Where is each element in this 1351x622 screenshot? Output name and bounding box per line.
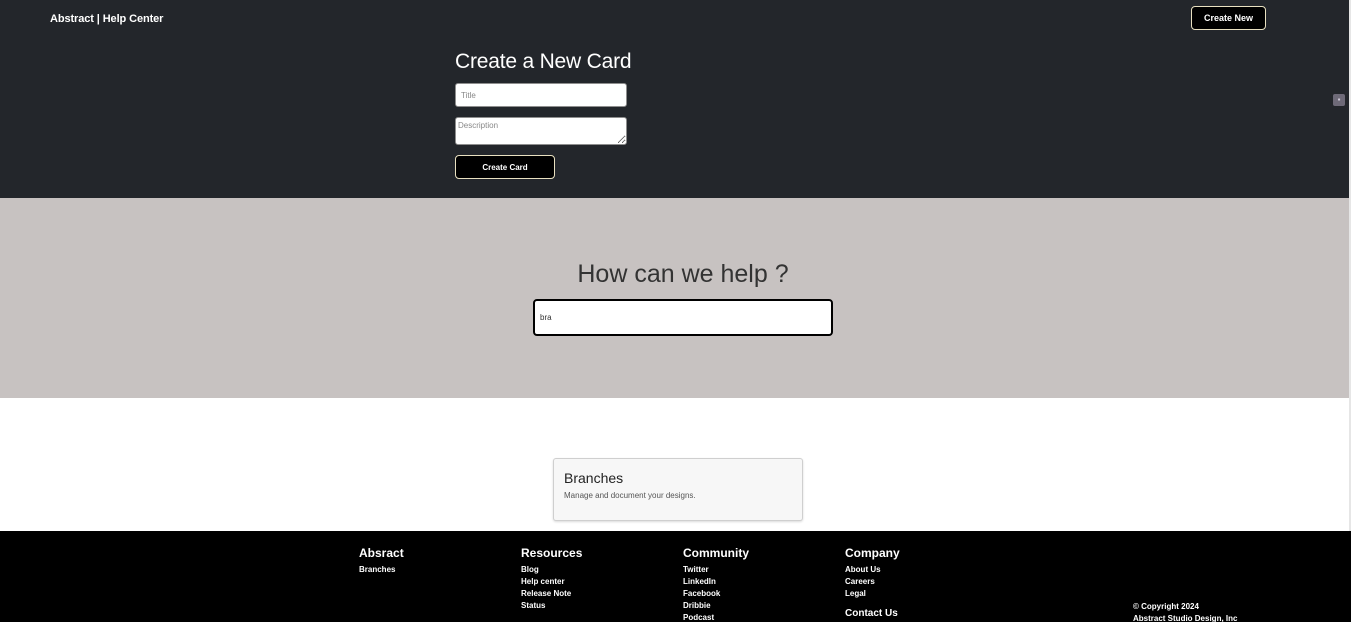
footer-link-twitter[interactable]: Twitter — [683, 564, 749, 576]
footer-contact-us[interactable]: Contact Us — [845, 608, 900, 619]
results-section: Branches Manage and document your design… — [0, 398, 1349, 531]
result-card[interactable]: Branches Manage and document your design… — [553, 458, 803, 521]
copyright-company: Abstract Studio Design, Inc — [1133, 614, 1238, 622]
footer-column-title: Community — [683, 546, 749, 560]
footer-column-title: Absract — [359, 546, 404, 560]
footer-column-company: Company About Us Careers Legal Contact U… — [845, 546, 900, 619]
footer-column-title: Resources — [521, 546, 583, 560]
copyright-year: © Copyright 2024 — [1133, 602, 1199, 611]
brand-title[interactable]: Abstract | Help Center — [50, 13, 163, 25]
create-card-heading: Create a New Card — [455, 50, 632, 73]
footer-link-careers[interactable]: Careers — [845, 576, 900, 588]
footer-column-title: Company — [845, 546, 900, 560]
footer-column-resources: Resources Blog Help center Release Note … — [521, 546, 582, 612]
search-input[interactable] — [533, 299, 833, 336]
footer-link-facebook[interactable]: Facebook — [683, 588, 749, 600]
footer-link-release-note[interactable]: Release Note — [521, 588, 582, 600]
chat-bubble-icon[interactable]: ▪ — [1333, 94, 1345, 106]
create-new-button[interactable]: Create New — [1191, 6, 1266, 30]
footer-column-community: Community Twitter LinkedIn Facebook Drib… — [683, 546, 749, 622]
card-description-input[interactable] — [455, 117, 627, 145]
copyright: © Copyright 2024 Abstract Studio Design,… — [1133, 601, 1237, 622]
footer-link-about-us[interactable]: About Us — [845, 564, 900, 576]
footer-link-dribbie[interactable]: Dribbie — [683, 600, 749, 612]
footer: Absract Branches Resources Blog Help cen… — [0, 531, 1351, 622]
create-card-button[interactable]: Create Card — [455, 155, 555, 179]
page: Abstract | Help Center Create New Create… — [0, 0, 1351, 622]
footer-link-status[interactable]: Status — [521, 600, 582, 612]
hero-title: How can we help ? — [577, 260, 789, 288]
result-card-title: Branches — [564, 470, 624, 486]
card-title-input[interactable] — [455, 83, 627, 107]
result-card-description: Manage and document your designs. — [564, 491, 696, 500]
header: Abstract | Help Center Create New Create… — [0, 0, 1349, 198]
footer-link-help-center[interactable]: Help center — [521, 576, 582, 588]
search-hero: How can we help ? — [0, 198, 1349, 398]
footer-column-absract: Absract Branches — [359, 546, 404, 576]
footer-link-blog[interactable]: Blog — [521, 564, 582, 576]
footer-link-linkedin[interactable]: LinkedIn — [683, 576, 749, 588]
footer-link-legal[interactable]: Legal — [845, 588, 900, 600]
footer-link-podcast[interactable]: Podcast — [683, 612, 749, 622]
footer-link-branches[interactable]: Branches — [359, 564, 404, 576]
